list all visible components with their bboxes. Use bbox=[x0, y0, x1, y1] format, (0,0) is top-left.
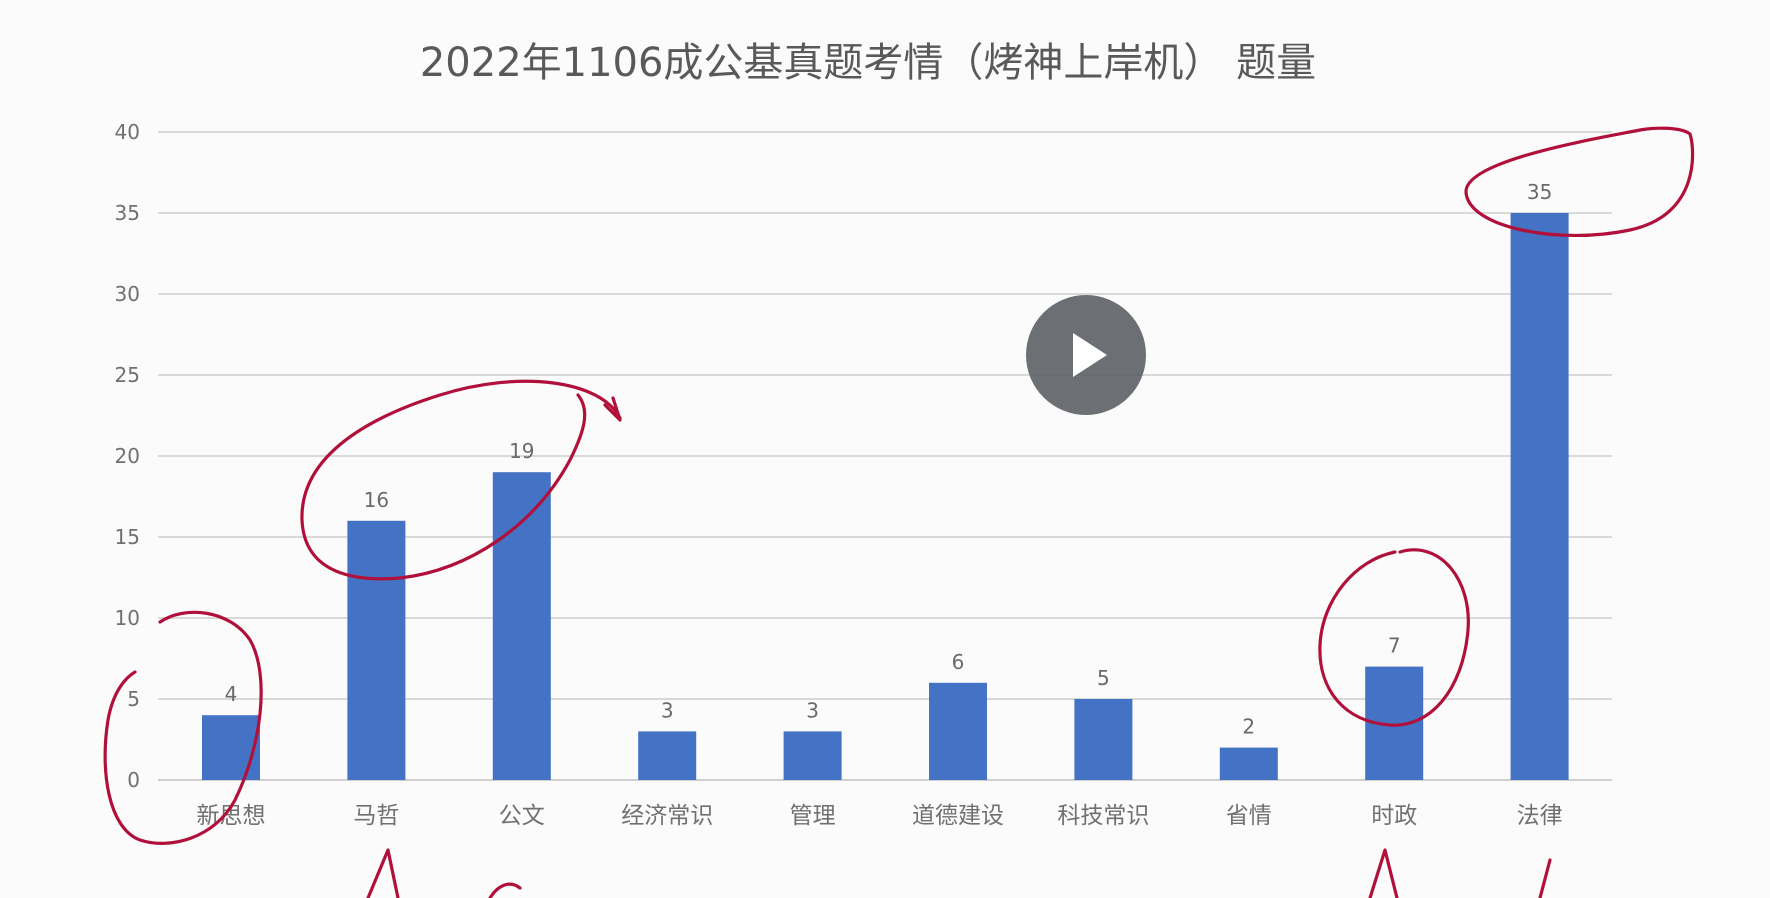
data-label: 5 bbox=[1097, 666, 1110, 690]
data-label: 19 bbox=[509, 439, 534, 463]
y-tick-label: 15 bbox=[115, 525, 140, 549]
y-tick-label: 25 bbox=[115, 363, 140, 387]
x-tick-label: 管理 bbox=[790, 803, 836, 829]
bar bbox=[202, 715, 260, 780]
bar bbox=[638, 731, 697, 780]
x-tick-label: 时政 bbox=[1371, 803, 1417, 829]
bar bbox=[783, 731, 842, 780]
y-tick-label: 35 bbox=[115, 201, 140, 225]
x-tick-label: 省情 bbox=[1226, 803, 1272, 829]
data-label: 2 bbox=[1242, 715, 1255, 739]
x-tick-label: 经济常识 bbox=[621, 803, 713, 829]
chart-background bbox=[0, 0, 1770, 898]
x-tick-label: 公文 bbox=[499, 803, 545, 829]
data-label: 35 bbox=[1527, 180, 1552, 204]
y-tick-label: 20 bbox=[115, 444, 140, 468]
y-tick-label: 5 bbox=[127, 687, 140, 711]
chart-title: 2022年1106成公基真题考情（烤神上岸机） 题量 bbox=[420, 40, 1316, 86]
bar bbox=[1219, 747, 1278, 780]
bar bbox=[1074, 699, 1133, 780]
bar bbox=[929, 682, 987, 780]
data-label: 3 bbox=[661, 698, 674, 722]
x-tick-label: 法律 bbox=[1517, 803, 1563, 829]
data-label: 6 bbox=[952, 650, 965, 674]
x-tick-label: 科技常识 bbox=[1057, 803, 1149, 829]
y-tick-label: 10 bbox=[115, 606, 140, 630]
data-label: 4 bbox=[225, 682, 238, 706]
bar bbox=[347, 520, 406, 780]
y-tick-label: 0 bbox=[127, 768, 140, 792]
data-label: 3 bbox=[806, 698, 819, 722]
bar-chart: 2022年1106成公基真题考情（烤神上岸机） 题量 0510152025303… bbox=[0, 0, 1770, 898]
data-label: 16 bbox=[364, 488, 389, 512]
data-label: 7 bbox=[1388, 634, 1401, 658]
bar bbox=[1510, 213, 1569, 780]
x-tick-label: 马哲 bbox=[353, 803, 399, 829]
x-tick-label: 道德建设 bbox=[912, 803, 1004, 829]
play-button[interactable] bbox=[1026, 295, 1146, 415]
bar bbox=[492, 472, 551, 780]
y-tick-label: 40 bbox=[115, 120, 140, 144]
y-tick-label: 30 bbox=[115, 282, 140, 306]
